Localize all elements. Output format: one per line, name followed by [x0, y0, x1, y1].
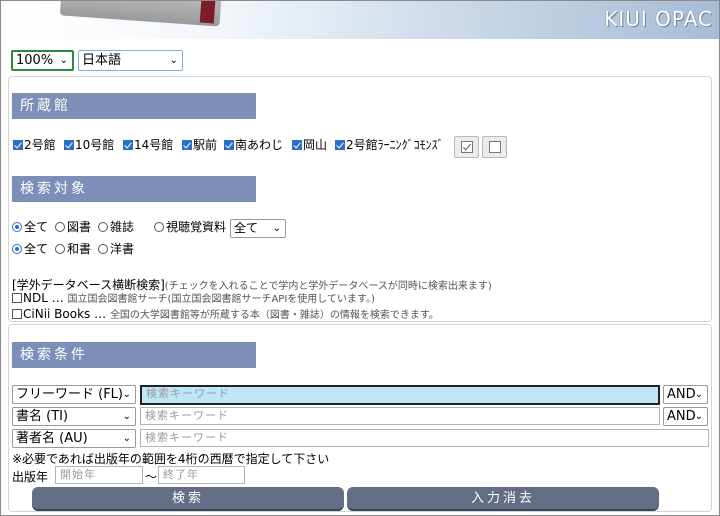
keyword-input-1[interactable]: 検索キーワード	[140, 385, 660, 405]
checkbox-icon	[335, 140, 345, 150]
checkbox-icon	[292, 140, 302, 150]
library-checkbox-learning-commons[interactable]: 2号館ﾗｰﾆﾝｸﾞｺﾓﾝｽﾞ	[335, 138, 444, 152]
radio-type-all[interactable]: 全て	[12, 220, 48, 234]
chevron-down-icon: ⌄	[122, 433, 131, 444]
radio-lang-western[interactable]: 洋書	[98, 242, 134, 256]
year-end-input[interactable]: 終了年	[158, 466, 245, 484]
field-select-value: 著者名 (AU)	[16, 431, 88, 446]
checkbox-icon	[12, 293, 22, 303]
radio-type-magazines[interactable]: 雑誌	[98, 220, 134, 234]
library-checkbox-ekimae[interactable]: 駅前	[182, 138, 217, 152]
radio-lang-all[interactable]: 全て	[12, 242, 48, 256]
chevron-down-icon: ⌄	[169, 55, 178, 66]
holdings-section-title: 所蔵館	[12, 93, 256, 119]
radio-icon	[12, 222, 22, 232]
av-type-value: 全て	[234, 221, 259, 235]
operator-select-1[interactable]: AND ⌄	[663, 385, 708, 404]
radio-label: 視聴覚資料	[166, 220, 227, 234]
ndl-description: 国立国会図書館サーチ(国立国会図書館サーチAPIを使用しています。)	[67, 294, 375, 305]
language-select[interactable]: 日本語 ⌄	[78, 50, 183, 71]
operator-value: AND	[667, 409, 696, 424]
radio-label: 和書	[67, 242, 92, 256]
radio-icon	[154, 222, 164, 232]
book-spine-image	[199, 1, 217, 24]
checkbox-icon	[224, 140, 234, 150]
library-checkbox-10gokan[interactable]: 10号館	[64, 138, 114, 152]
ndl-label: NDL …	[23, 291, 64, 305]
year-start-input[interactable]: 開始年	[55, 466, 143, 484]
cinii-label: CiNii Books …	[23, 307, 107, 321]
app-logo: KIUI OPAC	[604, 7, 713, 31]
operator-value: AND	[667, 387, 696, 402]
field-select-1[interactable]: フリーワード (FL) ⌄	[12, 385, 136, 404]
radio-label: 全て	[24, 220, 49, 234]
radio-type-books[interactable]: 図書	[55, 220, 91, 234]
uncheck-all-button[interactable]	[482, 136, 507, 158]
language-value: 日本語	[82, 53, 122, 68]
keyword-input-2[interactable]: 検索キーワード	[140, 407, 660, 425]
ndl-checkbox[interactable]: NDL … 国立国会図書館サーチ(国立国会図書館サーチAPIを使用しています。)	[12, 291, 375, 307]
library-label: 南あわじ	[235, 138, 284, 152]
check-all-button[interactable]	[454, 136, 479, 158]
radio-icon	[12, 244, 22, 254]
conditions-section-title: 検索条件	[12, 342, 256, 368]
year-label: 出版年	[12, 470, 49, 484]
field-select-value: 書名 (TI)	[16, 409, 69, 424]
radio-icon	[98, 244, 108, 254]
book-image	[59, 1, 223, 27]
field-select-2[interactable]: 書名 (TI) ⌄	[12, 407, 136, 426]
search-button[interactable]: 検索	[32, 487, 344, 511]
library-label: 14号館	[134, 138, 174, 152]
radio-lang-japanese[interactable]: 和書	[55, 242, 91, 256]
external-db-heading-text: [学外データベース横断検索]	[12, 278, 165, 292]
check-all-icon	[461, 141, 473, 153]
checkbox-icon	[64, 140, 74, 150]
radio-icon	[55, 244, 65, 254]
library-checkbox-okayama[interactable]: 岡山	[292, 138, 327, 152]
clear-button[interactable]: 入力消去	[347, 487, 659, 511]
chevron-down-icon: ⌄	[272, 223, 281, 234]
radio-label: 雑誌	[110, 220, 135, 234]
library-label: 10号館	[75, 138, 115, 152]
field-select-3[interactable]: 著者名 (AU) ⌄	[12, 429, 136, 448]
checkbox-icon	[123, 140, 133, 150]
chevron-down-icon: ⌄	[694, 389, 703, 400]
library-label: 岡山	[303, 138, 328, 152]
operator-select-2[interactable]: AND ⌄	[663, 407, 708, 426]
library-checkbox-14gokan[interactable]: 14号館	[123, 138, 173, 152]
field-select-value: フリーワード (FL)	[16, 387, 123, 402]
radio-label: 洋書	[110, 242, 135, 256]
uncheck-all-icon	[489, 141, 501, 153]
radio-type-av[interactable]: 視聴覚資料	[154, 220, 226, 234]
library-label: 駅前	[193, 138, 218, 152]
year-range-note: ※必要であれば出版年の範囲を4桁の西暦で指定して下さい	[12, 452, 330, 466]
target-section-title: 検索対象	[12, 176, 256, 202]
cinii-description: 全国の大学図書館等が所蔵する本（図書・雑誌）の情報を検索できます。	[109, 310, 439, 321]
header-banner: KIUI OPAC	[1, 1, 719, 39]
chevron-down-icon: ⌄	[59, 55, 68, 66]
checkbox-icon	[13, 140, 23, 150]
library-checkbox-minamiawaji[interactable]: 南あわじ	[224, 138, 283, 152]
zoom-select[interactable]: 100% ⌄	[11, 50, 74, 71]
radio-icon	[98, 222, 108, 232]
radio-label: 図書	[67, 220, 92, 234]
checkbox-icon	[12, 309, 22, 319]
keyword-input-3[interactable]: 検索キーワード	[140, 429, 709, 447]
cinii-checkbox[interactable]: CiNii Books … 全国の大学図書館等が所蔵する本（図書・雑誌）の情報を…	[12, 307, 439, 323]
radio-icon	[55, 222, 65, 232]
checkbox-icon	[182, 140, 192, 150]
library-label: 2号館ﾗｰﾆﾝｸﾞｺﾓﾝｽﾞ	[346, 138, 444, 152]
chevron-down-icon: ⌄	[122, 411, 131, 422]
zoom-value: 100%	[16, 53, 54, 68]
year-separator: 〜	[145, 470, 158, 484]
chevron-down-icon: ⌄	[122, 389, 131, 400]
library-label: 2号館	[24, 138, 56, 152]
radio-label: 全て	[24, 242, 49, 256]
library-checkbox-2gokan[interactable]: 2号館	[13, 138, 56, 152]
chevron-down-icon: ⌄	[694, 411, 703, 422]
av-type-select[interactable]: 全て ⌄	[230, 219, 286, 238]
